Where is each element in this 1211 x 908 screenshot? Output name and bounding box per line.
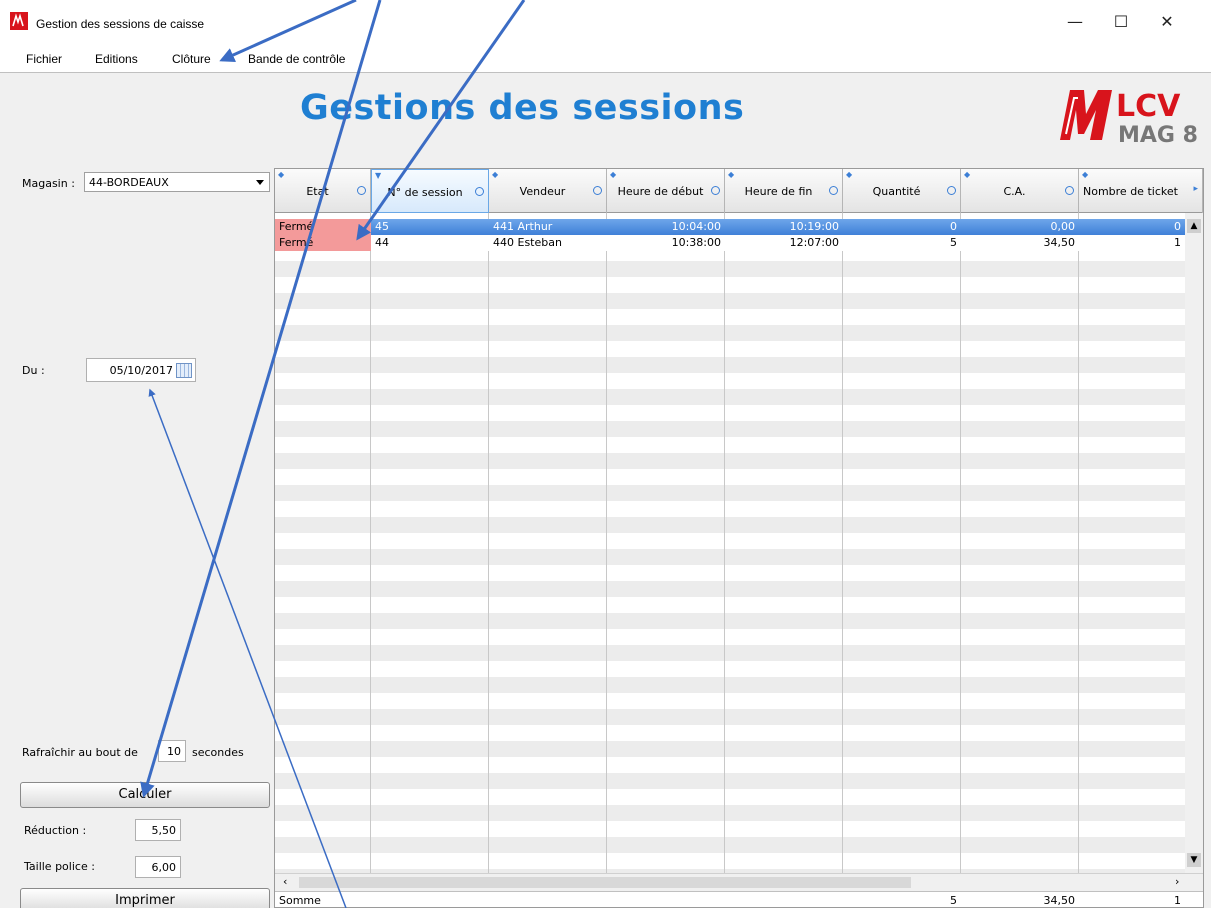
maximize-button[interactable]: ☐ — [1098, 10, 1144, 34]
table-row[interactable]: Fermé 45 441 Arthur 10:04:00 10:19:00 0 … — [275, 219, 1203, 235]
filter-search-icon[interactable] — [947, 186, 956, 195]
magasin-label: Magasin : — [22, 177, 75, 190]
date-input[interactable]: 05/10/2017 — [86, 358, 196, 382]
reduction-input[interactable]: 5,50 — [135, 819, 181, 841]
table-row[interactable]: Fermé 44 440 Esteban 10:38:00 12:07:00 5… — [275, 235, 1203, 251]
column-divider — [606, 213, 607, 873]
cell-quantite: 5 — [950, 236, 957, 249]
menu-editions[interactable]: Editions — [95, 52, 138, 66]
column-ca[interactable]: ◆ C.A. — [961, 169, 1079, 213]
menu-bar: Fichier Editions Clôture Bande de contrô… — [0, 44, 1211, 72]
scroll-left-icon[interactable]: ‹ — [283, 875, 287, 888]
table-header: ◆ Etat ▼ N° de session ◆ Vendeur ◆ Heure… — [275, 169, 1203, 213]
column-divider — [842, 213, 843, 873]
app-logo-icon — [10, 12, 28, 30]
magasin-value: 44-BORDEAUX — [89, 176, 169, 189]
menu-fichier[interactable]: Fichier — [26, 52, 62, 66]
close-button[interactable]: ✕ — [1144, 10, 1190, 34]
column-divider — [370, 213, 371, 873]
column-etat[interactable]: ◆ Etat — [275, 169, 371, 213]
menu-cloture[interactable]: Clôture — [172, 52, 211, 66]
summary-tickets: 1 — [1174, 894, 1181, 907]
taille-police-value: 6,00 — [151, 861, 177, 874]
cell-etat: Fermé — [275, 219, 371, 235]
filter-search-icon[interactable] — [711, 186, 720, 195]
summary-quantite: 5 — [950, 894, 957, 907]
reduction-label: Réduction : — [24, 824, 87, 837]
refresh-prefix-label: Rafraîchir au bout de — [22, 746, 138, 759]
horizontal-scrollbar[interactable]: ‹ › — [275, 873, 1203, 891]
column-divider — [1078, 213, 1079, 873]
table-body — [275, 213, 1185, 873]
calendar-icon[interactable] — [176, 363, 192, 378]
date-value: 05/10/2017 — [109, 364, 173, 377]
sort-icon[interactable]: ◆ — [278, 170, 284, 179]
reduction-value: 5,50 — [151, 824, 177, 837]
cell-ca: 34,50 — [1043, 236, 1076, 249]
refresh-seconds-input[interactable]: 10 — [158, 740, 186, 762]
du-label: Du : — [22, 364, 45, 377]
chevron-down-icon — [256, 180, 264, 185]
menu-bande-de-controle[interactable]: Bande de contrôle — [248, 52, 345, 66]
lcv-mag8-logo: LCV MAG 8 — [1060, 89, 1198, 144]
magasin-select[interactable]: 44-BORDEAUX — [84, 172, 270, 192]
calculer-button[interactable]: Calculer — [20, 782, 270, 808]
cell-ca: 0,00 — [1050, 220, 1076, 233]
scroll-right-icon[interactable]: › — [1175, 875, 1179, 888]
minimize-button[interactable]: — — [1052, 10, 1098, 34]
title-bar: Gestion des sessions de caisse — ☐ ✕ — [0, 0, 1211, 44]
scroll-up-icon[interactable]: ▲ — [1187, 219, 1201, 233]
column-vendeur[interactable]: ◆ Vendeur — [489, 169, 607, 213]
cell-etat: Fermé — [275, 235, 371, 251]
cell-vendeur: 441 Arthur — [493, 220, 553, 233]
summary-row: Somme 5 34,50 1 — [275, 891, 1203, 907]
column-nombre-ticket[interactable]: ◆ Nombre de ticket ▸ — [1079, 169, 1203, 213]
filter-search-icon[interactable] — [829, 186, 838, 195]
filter-search-icon[interactable] — [475, 187, 484, 196]
page-title: Gestions des sessions — [300, 88, 745, 128]
filter-search-icon[interactable] — [593, 186, 602, 195]
column-quantite[interactable]: ◆ Quantité — [843, 169, 961, 213]
window-title: Gestion des sessions de caisse — [36, 17, 205, 31]
cell-vendeur: 440 Esteban — [493, 236, 562, 249]
scroll-right-icon[interactable]: ▸ — [1193, 184, 1198, 194]
column-divider — [488, 213, 489, 873]
cell-session: 44 — [375, 236, 389, 249]
column-heure-fin[interactable]: ◆ Heure de fin — [725, 169, 843, 213]
column-divider — [960, 213, 961, 873]
logo-lcv-text: LCV — [1116, 89, 1181, 124]
cell-fin: 10:19:00 — [789, 220, 839, 233]
taille-police-input[interactable]: 6,00 — [135, 856, 181, 878]
sort-icon[interactable]: ◆ — [492, 170, 498, 179]
cell-quantite: 0 — [950, 220, 957, 233]
cell-debut: 10:04:00 — [671, 220, 721, 233]
cell-debut: 10:38:00 — [671, 236, 721, 249]
column-divider — [724, 213, 725, 873]
summary-label: Somme — [279, 894, 321, 907]
cell-session: 45 — [375, 220, 389, 233]
cell-tickets: 0 — [1174, 220, 1181, 233]
vertical-scrollbar[interactable]: ▲ ▼ — [1185, 213, 1203, 873]
sort-desc-icon[interactable]: ▼ — [375, 171, 381, 180]
filter-search-icon[interactable] — [1065, 186, 1074, 195]
refresh-suffix-label: secondes — [192, 746, 244, 759]
cell-tickets: 1 — [1174, 236, 1181, 249]
refresh-seconds-value: 10 — [167, 745, 181, 758]
column-heure-debut[interactable]: ◆ Heure de début — [607, 169, 725, 213]
sort-icon[interactable]: ◆ — [1082, 170, 1088, 179]
cell-fin: 12:07:00 — [789, 236, 839, 249]
sort-icon[interactable]: ◆ — [610, 170, 616, 179]
sort-icon[interactable]: ◆ — [846, 170, 852, 179]
taille-police-label: Taille police : — [24, 860, 95, 873]
column-session[interactable]: ▼ N° de session — [371, 169, 489, 213]
sort-icon[interactable]: ◆ — [728, 170, 734, 179]
summary-ca: 34,50 — [1043, 894, 1076, 907]
scroll-down-icon[interactable]: ▼ — [1187, 853, 1201, 867]
imprimer-button[interactable]: Imprimer — [20, 888, 270, 908]
scrollbar-thumb[interactable] — [299, 877, 911, 888]
logo-mag-text: MAG 8 — [1118, 123, 1198, 144]
sessions-table[interactable]: ◆ Etat ▼ N° de session ◆ Vendeur ◆ Heure… — [274, 168, 1204, 908]
filter-search-icon[interactable] — [357, 186, 366, 195]
sort-icon[interactable]: ◆ — [964, 170, 970, 179]
